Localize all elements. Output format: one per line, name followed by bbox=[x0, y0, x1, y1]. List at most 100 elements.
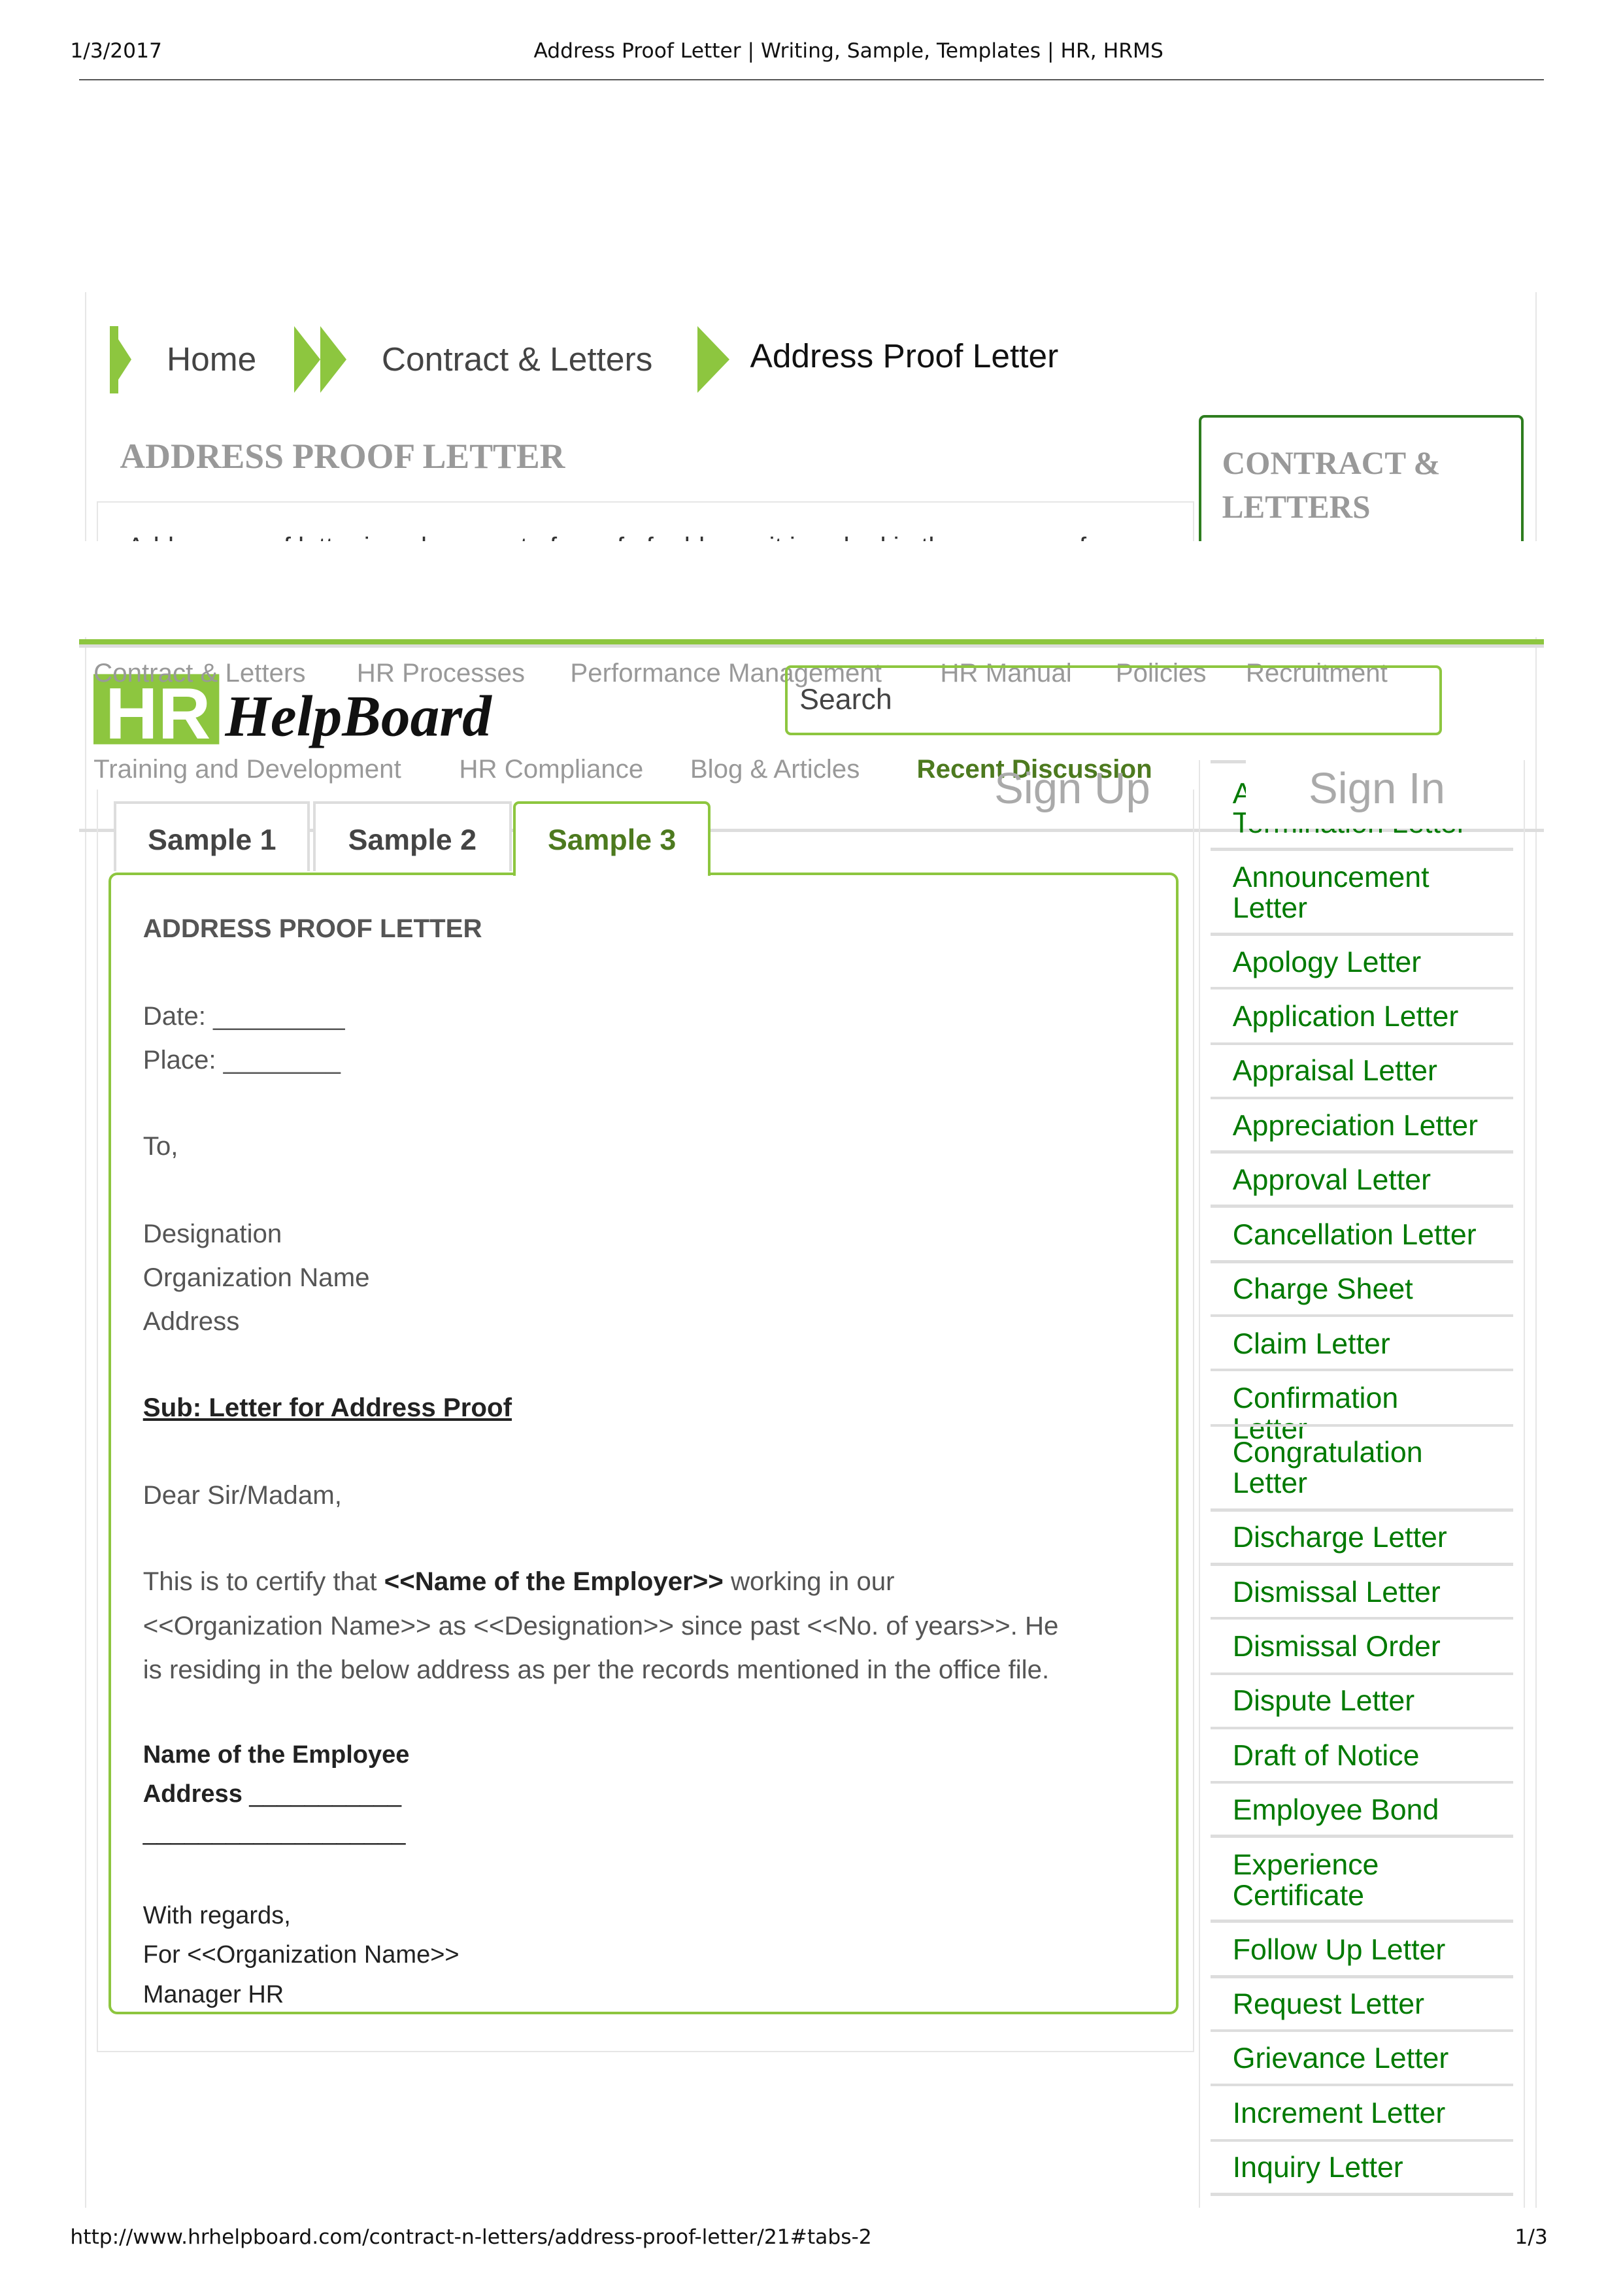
sidebar-item[interactable]: Charge Sheet bbox=[1233, 1274, 1481, 1305]
sidebar-item[interactable]: Employee Bond bbox=[1233, 1795, 1481, 1826]
address-blank: ___________ bbox=[242, 1780, 401, 1808]
sidebar-item[interactable]: Announcement Letter bbox=[1233, 862, 1481, 924]
breadcrumb-home[interactable]: Home bbox=[167, 339, 256, 378]
sign-in-area: Sign In bbox=[1245, 758, 1515, 829]
sidebar-item[interactable]: Apology Letter bbox=[1233, 947, 1481, 978]
chevron-icon bbox=[697, 325, 729, 393]
letter-panel: ADDRESS PROOF LETTER Date: _________ Pla… bbox=[108, 873, 1179, 2015]
sidebar-separator bbox=[1211, 1780, 1514, 1784]
sidebar-item[interactable]: Claim Letter bbox=[1233, 1329, 1481, 1360]
tab-sample-3[interactable]: Sample 3 bbox=[513, 801, 711, 876]
nav-contract-letters[interactable]: Contract & Letters bbox=[93, 658, 305, 688]
sidebar-item[interactable]: Dispute Letter bbox=[1233, 1686, 1481, 1717]
sidebar-border bbox=[1199, 760, 1201, 2208]
address-label: Address bbox=[142, 1780, 243, 1808]
sidebar-item[interactable]: Confirmation Letter bbox=[1233, 1383, 1481, 1445]
letter-body-1: This is to certify that <<Name of the Em… bbox=[143, 1567, 895, 1597]
chevron-icon bbox=[109, 325, 131, 393]
sidebar-separator bbox=[1211, 2193, 1514, 2196]
sidebar-separator bbox=[1211, 2083, 1514, 2087]
letter-address: Address bbox=[142, 1306, 240, 1337]
sidebar-title: CONTRACT & LETTERS bbox=[1222, 445, 1441, 525]
sidebar-separator bbox=[1211, 1835, 1514, 1838]
breadcrumb-contract-letters[interactable]: Contract & Letters bbox=[382, 339, 653, 378]
letter-date: Date: _________ bbox=[142, 1001, 345, 1031]
letter-blank-line: ___________________ bbox=[142, 1818, 406, 1846]
sidebar-separator bbox=[1211, 1314, 1514, 1318]
sidebar-item[interactable]: Congratulation Letter bbox=[1233, 1437, 1481, 1499]
green-bar bbox=[78, 639, 1545, 645]
sidebar-separator bbox=[1211, 1423, 1514, 1427]
search-placeholder: Search bbox=[799, 684, 892, 716]
chevron-icon bbox=[293, 325, 320, 393]
letter-subject: Sub: Letter for Address Proof bbox=[142, 1393, 512, 1423]
tab-sample-2[interactable]: Sample 2 bbox=[312, 801, 512, 872]
sidebar-item[interactable]: Discharge Letter bbox=[1233, 1522, 1481, 1554]
sidebar-item[interactable]: Dismissal Letter bbox=[1233, 1577, 1481, 1608]
page: 1/3/2017 Address Proof Letter | Writing,… bbox=[0, 0, 1623, 2295]
sidebar-separator bbox=[1211, 1096, 1514, 1100]
sidebar-border bbox=[1523, 760, 1526, 2208]
letter-heading: ADDRESS PROOF LETTER bbox=[142, 913, 482, 943]
sidebar-separator bbox=[1211, 2029, 1514, 2033]
nav-training[interactable]: Training and Development bbox=[93, 754, 401, 784]
sign-in-button[interactable]: Sign In bbox=[1309, 763, 1445, 814]
sidebar-separator bbox=[1211, 848, 1514, 851]
sidebar-separator bbox=[1211, 1042, 1514, 1046]
sidebar-separator bbox=[1211, 2138, 1514, 2142]
sidebar-item[interactable]: Appraisal Letter bbox=[1233, 1056, 1481, 1087]
sidebar-item[interactable]: Increment Letter bbox=[1233, 2098, 1481, 2129]
intro-box: Address proof letter is a document of pr… bbox=[96, 501, 1195, 547]
sidebar-separator bbox=[1211, 1920, 1514, 1923]
header-rule bbox=[78, 78, 1545, 81]
employer-placeholder: <<Name of the Employer>> bbox=[384, 1567, 724, 1597]
letter-salutation: Dear Sir/Madam, bbox=[142, 1480, 342, 1510]
sidebar-item[interactable]: Approval Letter bbox=[1233, 1165, 1481, 1196]
sidebar-box: CONTRACT & LETTERS bbox=[1199, 415, 1524, 547]
sidebar-separator bbox=[1211, 1672, 1514, 1676]
page-title: ADDRESS PROOF LETTER bbox=[120, 436, 565, 476]
sidebar-item[interactable]: Appreciation Letter bbox=[1233, 1110, 1481, 1142]
print-date: 1/3/2017 bbox=[70, 39, 162, 63]
letter-org: Organization Name bbox=[142, 1263, 370, 1293]
tab-sample-1[interactable]: Sample 1 bbox=[114, 801, 310, 872]
bar-shadow bbox=[78, 644, 1545, 648]
sidebar-separator bbox=[1211, 986, 1514, 990]
sidebar-separator bbox=[1211, 1617, 1514, 1620]
letter-for-org: For <<Organization Name>> bbox=[142, 1941, 460, 1969]
letter-regards: With regards, bbox=[142, 1901, 291, 1929]
sidebar-separator bbox=[1211, 1150, 1514, 1154]
sidebar-separator bbox=[1211, 933, 1514, 936]
sidebar-item[interactable]: Experience Certificate bbox=[1233, 1850, 1481, 1912]
sidebar-item[interactable]: Cancellation Letter bbox=[1233, 1220, 1481, 1251]
sidebar-item[interactable]: Draft of Notice bbox=[1233, 1740, 1481, 1772]
nav-blog[interactable]: Blog & Articles bbox=[690, 754, 860, 784]
sidebar-separator bbox=[1211, 1368, 1514, 1372]
sidebar-item[interactable]: Follow Up Letter bbox=[1233, 1935, 1481, 1966]
sidebar-separator bbox=[1211, 1975, 1514, 1978]
sidebar-item[interactable]: Request Letter bbox=[1233, 1989, 1481, 2020]
sidebar-item[interactable]: Grievance Letter bbox=[1233, 2043, 1481, 2074]
letter-signatory: Manager HR bbox=[142, 1980, 284, 2008]
letter-designation: Designation bbox=[142, 1219, 282, 1249]
sidebar-item[interactable]: Inquiry Letter bbox=[1233, 2152, 1481, 2184]
svg-text:HelpBoard: HelpBoard bbox=[224, 684, 492, 748]
chevron-icon bbox=[320, 325, 346, 393]
body-text: working in our bbox=[723, 1567, 895, 1597]
sidebar-item[interactable]: Dismissal Order bbox=[1233, 1631, 1481, 1663]
sidebar-separator bbox=[1211, 1260, 1514, 1263]
letter-emp-name: Name of the Employee bbox=[142, 1740, 410, 1769]
sidebar-separator bbox=[1211, 1508, 1514, 1512]
nav-hr-processes[interactable]: HR Processes bbox=[357, 658, 525, 688]
print-title: Address Proof Letter | Writing, Sample, … bbox=[533, 39, 1163, 63]
nav-hr-compliance[interactable]: HR Compliance bbox=[459, 754, 643, 784]
letter-body-3: is residing in the below address as per … bbox=[142, 1654, 1050, 1684]
sidebar-separator bbox=[1211, 1205, 1514, 1208]
print-page: 1/3 bbox=[1514, 2225, 1548, 2249]
sidebar-separator bbox=[1211, 1563, 1514, 1566]
body-text: This is to certify that bbox=[142, 1567, 384, 1597]
page-gap bbox=[0, 541, 1623, 638]
search-input[interactable]: Search bbox=[785, 665, 1442, 736]
sidebar-item[interactable]: Application Letter bbox=[1233, 1001, 1481, 1033]
letter-emp-address: Address ___________ bbox=[143, 1780, 401, 1808]
